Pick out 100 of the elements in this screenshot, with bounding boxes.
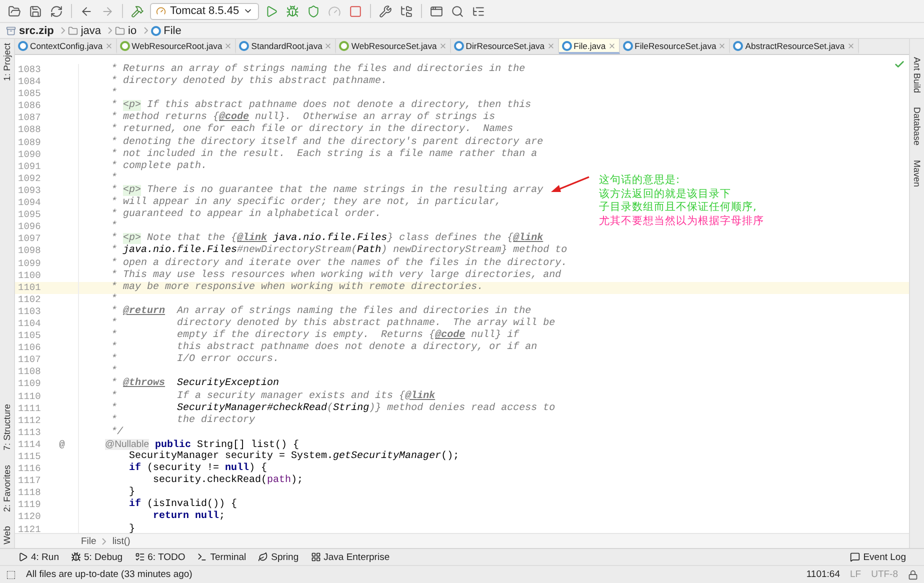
tool-window-button[interactable]: Terminal <box>197 552 246 562</box>
code-line: * guaranteed to appear in alphabetical order. <box>78 209 382 222</box>
code-line: SecurityManager security = System.getSecurityManager(); <box>78 451 460 464</box>
tool-window-tab[interactable]: 1: Project <box>2 43 12 82</box>
tool-window-button[interactable]: Event Log <box>850 552 906 562</box>
line-number: 1090 <box>17 148 42 161</box>
close-icon[interactable] <box>608 42 616 50</box>
tool-window-tab[interactable]: Web <box>2 526 12 544</box>
class-icon <box>454 40 464 50</box>
line-number: 1097 <box>17 233 42 246</box>
line-number: 1102 <box>17 294 42 306</box>
annotation-text: 子目录数组而且不保证任何顺序, <box>599 201 758 214</box>
close-icon[interactable] <box>546 42 555 50</box>
play-icon <box>18 552 28 562</box>
code-line: * <box>78 172 118 185</box>
annotation-text: 尤其不要想当然以为根据字母排序 <box>599 214 764 227</box>
lock-icon[interactable] <box>908 570 918 580</box>
class-icon <box>622 40 633 50</box>
speech-bubble-icon <box>850 552 860 562</box>
code-line: * SecurityManager#checkRead(String)} method denies read access to <box>78 402 556 415</box>
line-number: 1089 <box>17 136 42 149</box>
code-line: * not included in the result. Each string is a file name rather than a <box>78 148 538 161</box>
code-line: security.checkRead(path); <box>78 475 304 488</box>
editor-tab[interactable]: WebResourceRoot.java <box>116 39 236 54</box>
editor-tab[interactable]: AbstractResourceSet.java <box>730 39 859 54</box>
editor-tab[interactable]: WebResourceSet.java <box>336 39 451 54</box>
grid-icon <box>310 552 321 562</box>
gutter-mark[interactable]: @ <box>46 438 78 451</box>
close-icon[interactable] <box>438 42 447 50</box>
editor-tab[interactable]: FileResourceSet.java <box>620 39 730 54</box>
breadcrumb-item[interactable]: File <box>150 24 186 36</box>
line-number: 1121 <box>17 524 42 533</box>
tool-window-button[interactable]: 6: TODO <box>134 552 186 562</box>
chevron-icon <box>102 538 106 544</box>
line-number: 1118 <box>17 487 42 500</box>
close-icon[interactable] <box>846 42 855 50</box>
line-number: 1119 <box>17 499 42 512</box>
breadcrumb-item[interactable]: list() <box>112 536 130 546</box>
breadcrumb-item[interactable]: File <box>81 536 96 546</box>
breadcrumb-item[interactable]: src.zip <box>6 24 58 36</box>
line-number: 1088 <box>17 124 42 137</box>
line-number: 1106 <box>17 342 42 354</box>
line-number: 1087 <box>17 112 42 124</box>
line-number: 1108 <box>17 366 42 378</box>
status-message: All files are up-to-date (33 minutes ago) <box>26 569 192 580</box>
line-number: 1095 <box>17 209 42 222</box>
code-line: * directory denoted by this abstract pathname. The array will be <box>78 318 556 330</box>
editor-tab[interactable]: File.java <box>558 39 620 54</box>
line-number: 1117 <box>17 475 42 488</box>
class-icon <box>150 26 161 36</box>
editor-tab[interactable]: StandardRoot.java <box>236 39 336 54</box>
line-number: 1083 <box>17 64 42 76</box>
line-number: 1110 <box>17 390 42 403</box>
debug-icon[interactable] <box>284 2 302 20</box>
breadcrumb-item[interactable]: io <box>115 24 141 36</box>
tool-window-button[interactable]: 4: Run <box>18 552 59 562</box>
code-line: if (isInvalid()) { <box>78 499 238 512</box>
line-number: 1092 <box>17 172 42 185</box>
line-number: 1104 <box>17 318 42 330</box>
panel-icon[interactable] <box>6 570 16 580</box>
code-line: * I/O error occurs. <box>78 354 280 366</box>
code-line: * open a directory and iterate over the names of the files in the directory. <box>78 258 568 270</box>
tool-window-tab[interactable]: 2: Favorites <box>2 464 12 512</box>
tool-window-tab[interactable]: Database <box>912 107 922 146</box>
code-line: * the directory <box>78 414 256 427</box>
annotation-text: 这句话的意思是: <box>599 174 681 186</box>
line-number: 1091 <box>17 160 42 173</box>
tool-window-tab[interactable]: Maven <box>912 160 922 187</box>
line-number: 1115 <box>17 451 42 464</box>
code-line: * denoting the directory itself and the directory's parent directory are <box>78 136 544 149</box>
editor-tab[interactable]: DirResourceSet.java <box>450 39 559 54</box>
close-icon[interactable] <box>324 42 332 50</box>
chevron-icon <box>144 27 148 34</box>
code-line: } <box>78 487 136 500</box>
terminal-icon <box>197 552 208 562</box>
run-configuration-dropdown[interactable]: Tomcat 8.5.45 <box>150 2 260 20</box>
tool-window-button[interactable]: Java Enterprise <box>310 552 390 562</box>
tool-window-button[interactable]: Spring <box>258 552 299 562</box>
tool-window-tab[interactable]: Ant Build <box>912 57 922 94</box>
folder-icon <box>68 26 78 36</box>
editor-tab[interactable]: ContextConfig.java <box>15 39 117 54</box>
code-line: * If a security manager exists and its {@link <box>78 390 436 403</box>
tool-window-button[interactable]: 5: Debug <box>71 552 123 562</box>
close-icon[interactable] <box>224 42 232 50</box>
list-icon <box>134 552 145 562</box>
line-number: 1101 <box>17 282 42 294</box>
code-line: * method returns {@code null}. Otherwise an array of strings is <box>78 112 496 124</box>
code-line: * empty if the directory is empty. Returns {@code null} if <box>78 330 520 342</box>
code-line: * @throws SecurityException <box>78 378 280 391</box>
tool-window-tab[interactable]: 7: Structure <box>2 404 12 451</box>
close-icon[interactable] <box>104 42 113 50</box>
bug-icon <box>71 552 81 562</box>
line-number: 1098 <box>17 245 42 258</box>
line-number: 1100 <box>17 270 42 282</box>
wrench-icon[interactable] <box>377 2 394 20</box>
line-number: 1105 <box>17 330 42 342</box>
cursor-position[interactable]: 1101:64 <box>806 569 840 580</box>
breadcrumb-item[interactable]: java <box>68 24 106 36</box>
close-icon[interactable] <box>718 42 726 50</box>
chevron-icon <box>108 27 112 34</box>
